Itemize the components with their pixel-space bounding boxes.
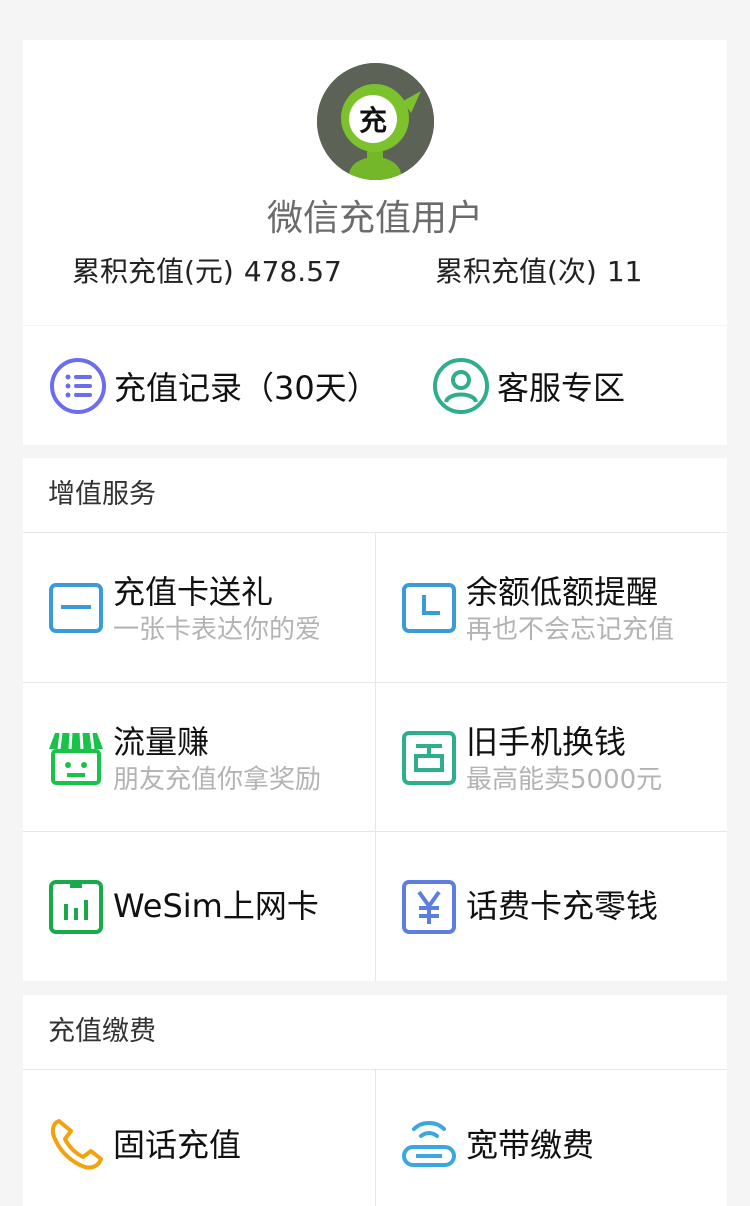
gift-card-item[interactable]: 充值卡送礼 一张卡表达你的爱	[23, 533, 375, 682]
recharge-section: 充值缴费 固话充值 宽带缴费	[23, 995, 727, 1206]
item-title: WeSim上网卡	[113, 887, 319, 925]
gift-card-icon	[49, 583, 103, 633]
item-title: 固话充值	[113, 1126, 242, 1164]
broadband-icon	[402, 1121, 456, 1167]
trade-in-phone-item[interactable]: 旧手机换钱 最高能卖5000元	[376, 683, 728, 832]
section-title: 增值服务	[48, 479, 156, 510]
item-title: 流量赚	[113, 723, 210, 761]
item-subtitle: 朋友充值你拿奖励	[113, 765, 322, 795]
total-count-stat: 累积充值(次) 11	[435, 253, 643, 291]
list-icon	[50, 357, 106, 414]
section-header: 增值服务	[23, 458, 727, 533]
yuan-card-icon	[402, 880, 456, 934]
total-amount-stat: 累积充值(元) 478.57	[72, 253, 342, 291]
item-title: 余额低额提醒	[466, 573, 659, 611]
profile-card: 充 微信充值用户 累积充值(元) 478.57 累积充值(次) 11	[23, 40, 727, 325]
customer-service-label: 客服专区	[497, 368, 626, 407]
traffic-earn-item[interactable]: 流量赚 朋友充值你拿奖励	[23, 683, 375, 832]
item-title: 旧手机换钱	[466, 723, 627, 761]
avatar[interactable]: 充	[317, 63, 434, 180]
nickname: 微信充值用户	[266, 198, 483, 239]
shop-icon	[49, 732, 103, 785]
section-header: 充值缴费	[23, 995, 727, 1070]
section-title: 充值缴费	[48, 1016, 156, 1047]
sim-card-icon	[49, 880, 103, 934]
customer-service-link[interactable]: 客服专区	[431, 326, 625, 445]
item-subtitle: 一张卡表达你的爱	[113, 615, 322, 645]
phone-icon	[50, 1119, 103, 1170]
item-title: 话费卡充零钱	[466, 887, 659, 925]
avatar-image: 充	[317, 63, 434, 180]
phone-card-to-balance-item[interactable]: 话费卡充零钱	[376, 832, 728, 981]
value-added-section: 增值服务 充值卡送礼 一张卡表达你的爱 余额低额提醒 再也不会忘记充值 流量赚	[23, 458, 727, 981]
quick-links: 充值记录（30天） 客服专区	[23, 326, 727, 445]
item-title: 宽带缴费	[466, 1126, 595, 1164]
item-subtitle: 最高能卖5000元	[466, 765, 663, 795]
recharge-records-link[interactable]: 充值记录（30天）	[48, 326, 379, 445]
total-amount-value: 478.57	[243, 255, 342, 288]
item-subtitle: 再也不会忘记充值	[466, 615, 675, 645]
broadband-payment-item[interactable]: 宽带缴费	[376, 1069, 728, 1206]
recharge-records-label: 充值记录（30天）	[114, 368, 379, 407]
total-count-label: 累积充值(次)	[435, 255, 597, 288]
svg-text:充: 充	[359, 104, 387, 137]
trade-in-icon	[402, 731, 456, 785]
clock-icon	[402, 583, 456, 633]
item-title: 充值卡送礼	[113, 573, 274, 611]
landline-recharge-item[interactable]: 固话充值	[23, 1069, 375, 1206]
low-balance-reminder-item[interactable]: 余额低额提醒 再也不会忘记充值	[376, 533, 728, 682]
total-count-value: 11	[606, 255, 643, 288]
total-amount-label: 累积充值(元)	[72, 255, 234, 288]
person-icon	[433, 357, 489, 414]
wesim-card-item[interactable]: WeSim上网卡	[23, 832, 375, 981]
